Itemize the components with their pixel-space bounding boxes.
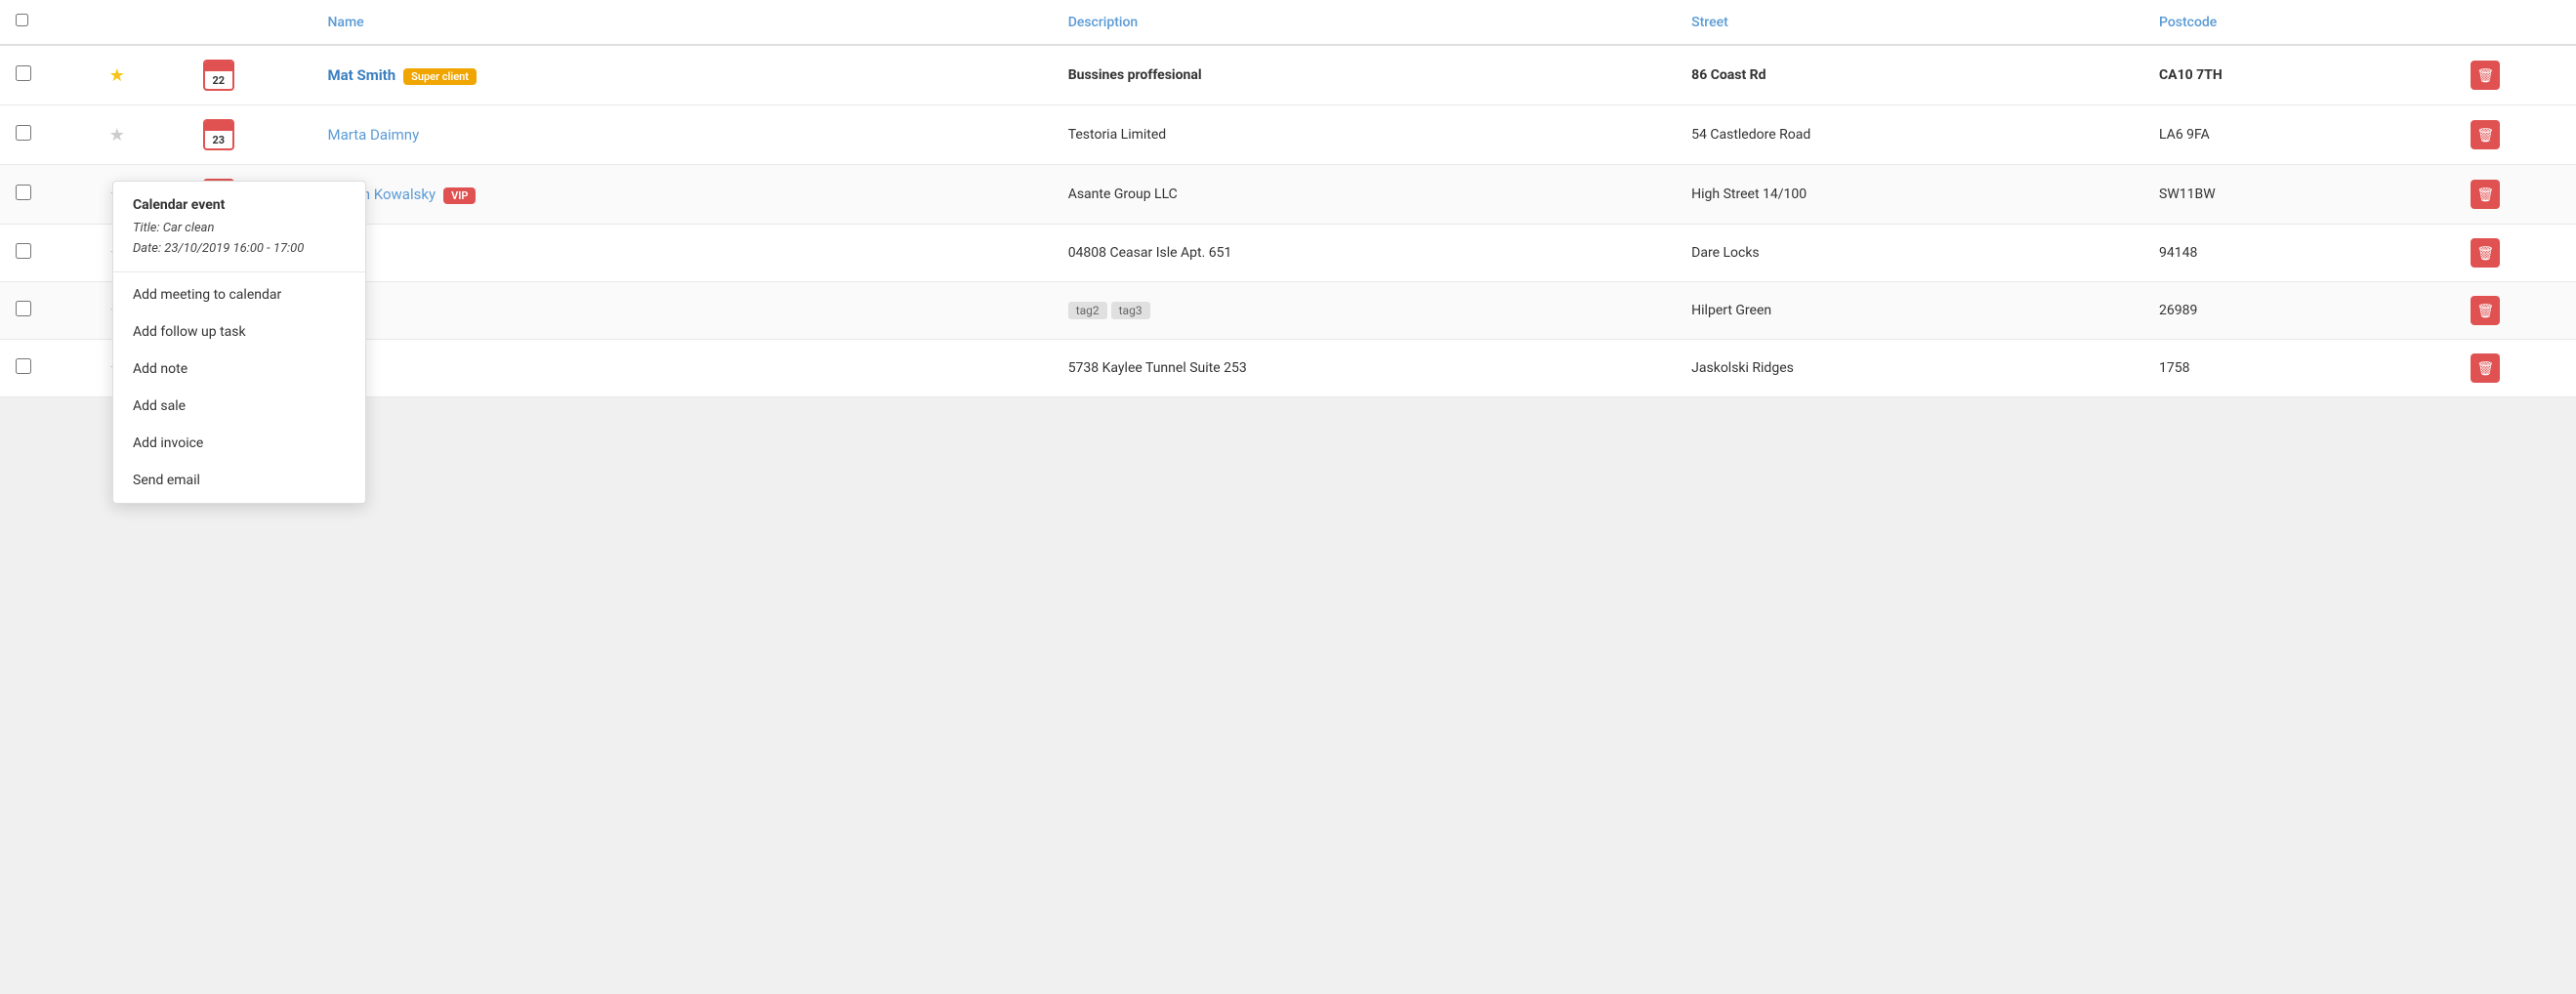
contact-badge: Super client: [403, 68, 477, 85]
popup-event-title: Calendar event: [133, 197, 346, 213]
header-actions: [2455, 0, 2576, 45]
popup-action-item[interactable]: Add note: [113, 351, 365, 388]
row-checkbox-cell: [0, 282, 94, 340]
row-star-cell: ★: [94, 105, 187, 165]
contacts-table: Name Description Street Postcode ★ 22 Mat …: [0, 0, 2576, 397]
row-street-cell: Dare Locks: [1676, 225, 2143, 282]
popup-action-item[interactable]: Add follow up task: [113, 313, 365, 351]
table-container: Name Description Street Postcode ★ 22 Mat …: [0, 0, 2576, 397]
calendar-icon[interactable]: 23: [203, 119, 234, 150]
row-description-cell: Asante Group LLC: [1053, 165, 1676, 225]
row-checkbox[interactable]: [16, 358, 31, 374]
row-street-cell: 86 Coast Rd: [1676, 45, 2143, 105]
delete-button[interactable]: 🗑: [2471, 120, 2500, 149]
table-row: ★23Martin KowalskyVIPAsante Group LLCHig…: [0, 165, 2576, 225]
popup-action-item[interactable]: Add invoice: [113, 425, 365, 462]
popup-action-item[interactable]: Add sale: [113, 388, 365, 425]
header-checkbox-cell: [0, 0, 94, 45]
delete-button[interactable]: 🗑: [2471, 180, 2500, 209]
contact-name-link[interactable]: Mat Smith: [328, 66, 396, 84]
table-row: ★5738 Kaylee Tunnel Suite 253Jaskolski R…: [0, 340, 2576, 397]
row-calendar-cell: 22: [187, 45, 312, 105]
row-postcode-cell: 26989: [2143, 282, 2455, 340]
row-delete-cell: 🗑: [2455, 225, 2576, 282]
row-checkbox[interactable]: [16, 125, 31, 141]
row-description-cell: Bussines proffesional: [1053, 45, 1676, 105]
row-description-cell: Testoria Limited: [1053, 105, 1676, 165]
select-all-checkbox[interactable]: [16, 14, 28, 26]
row-name-cell: Mat Smith Super client: [312, 45, 1053, 105]
row-street-cell: Jaskolski Ridges: [1676, 340, 2143, 397]
row-description-cell: tag2tag3: [1053, 282, 1676, 340]
header-calendar-cell: [187, 0, 312, 45]
table-row: ★ 23 Marta Daimny Testoria Limited54 Castle…: [0, 105, 2576, 165]
popup-action-item[interactable]: Send email: [113, 462, 365, 499]
calendar-event-popup: Calendar event Title: Car clean Date: 23…: [112, 181, 366, 504]
delete-button[interactable]: 🗑: [2471, 61, 2500, 90]
row-checkbox-cell: [0, 105, 94, 165]
row-street-cell: 54 Castledore Road: [1676, 105, 2143, 165]
header-name: Name: [312, 0, 1053, 45]
row-street-cell: High Street 14/100: [1676, 165, 2143, 225]
header-description: Description: [1053, 0, 1676, 45]
row-delete-cell: 🗑: [2455, 340, 2576, 397]
row-delete-cell: 🗑: [2455, 165, 2576, 225]
header-star-cell: [94, 0, 187, 45]
table-row: ★tag2tag3Hilpert Green26989🗑: [0, 282, 2576, 340]
row-checkbox[interactable]: [16, 65, 31, 81]
header-postcode: Postcode: [2143, 0, 2455, 45]
row-checkbox-cell: [0, 45, 94, 105]
table-row: ★04808 Ceasar Isle Apt. 651Dare Locks941…: [0, 225, 2576, 282]
contact-tag: tag3: [1111, 302, 1150, 319]
row-name-cell: Martin KowalskyVIP: [312, 165, 1053, 225]
contact-tag: tag2: [1068, 302, 1107, 319]
row-delete-cell: 🗑: [2455, 105, 2576, 165]
page-wrapper: Name Description Street Postcode ★ 22 Mat …: [0, 0, 2576, 994]
row-description-cell: 5738 Kaylee Tunnel Suite 253: [1053, 340, 1676, 397]
row-checkbox-cell: [0, 340, 94, 397]
row-postcode-cell: SW11BW: [2143, 165, 2455, 225]
popup-event-title-detail: Title: Car clean: [133, 219, 346, 239]
star-icon[interactable]: ★: [109, 125, 125, 145]
row-postcode-cell: 94148: [2143, 225, 2455, 282]
popup-actions-section: Add meeting to calendarAdd follow up tas…: [113, 272, 365, 503]
contact-name-link[interactable]: Marta Daimny: [328, 126, 420, 144]
row-checkbox-cell: [0, 165, 94, 225]
contact-badge: VIP: [443, 187, 476, 204]
table-body: ★ 22 Mat Smith Super client Bussines proffes…: [0, 45, 2576, 397]
popup-action-item[interactable]: Add meeting to calendar: [113, 276, 365, 313]
row-star-cell: ★: [94, 45, 187, 105]
row-postcode-cell: 1758: [2143, 340, 2455, 397]
row-name-cell: [312, 225, 1053, 282]
row-checkbox[interactable]: [16, 185, 31, 200]
row-calendar-cell: 23: [187, 105, 312, 165]
popup-event-section: Calendar event Title: Car clean Date: 23…: [113, 182, 365, 272]
calendar-icon[interactable]: 22: [203, 60, 234, 91]
header-street: Street: [1676, 0, 2143, 45]
popup-event-date: Date: 23/10/2019 16:00 - 17:00: [133, 239, 346, 260]
row-postcode-cell: LA6 9FA: [2143, 105, 2455, 165]
row-checkbox-cell: [0, 225, 94, 282]
delete-button[interactable]: 🗑: [2471, 296, 2500, 325]
row-delete-cell: 🗑: [2455, 45, 2576, 105]
row-checkbox[interactable]: [16, 243, 31, 259]
row-checkbox[interactable]: [16, 301, 31, 316]
row-name-cell: Marta Daimny: [312, 105, 1053, 165]
table-header-row: Name Description Street Postcode: [0, 0, 2576, 45]
delete-button[interactable]: 🗑: [2471, 353, 2500, 383]
row-name-cell: [312, 340, 1053, 397]
star-icon[interactable]: ★: [109, 65, 125, 86]
row-name-cell: [312, 282, 1053, 340]
table-row: ★ 22 Mat Smith Super client Bussines proffes…: [0, 45, 2576, 105]
row-street-cell: Hilpert Green: [1676, 282, 2143, 340]
row-postcode-cell: CA10 7TH: [2143, 45, 2455, 105]
row-description-cell: 04808 Ceasar Isle Apt. 651: [1053, 225, 1676, 282]
row-delete-cell: 🗑: [2455, 282, 2576, 340]
delete-button[interactable]: 🗑: [2471, 238, 2500, 268]
